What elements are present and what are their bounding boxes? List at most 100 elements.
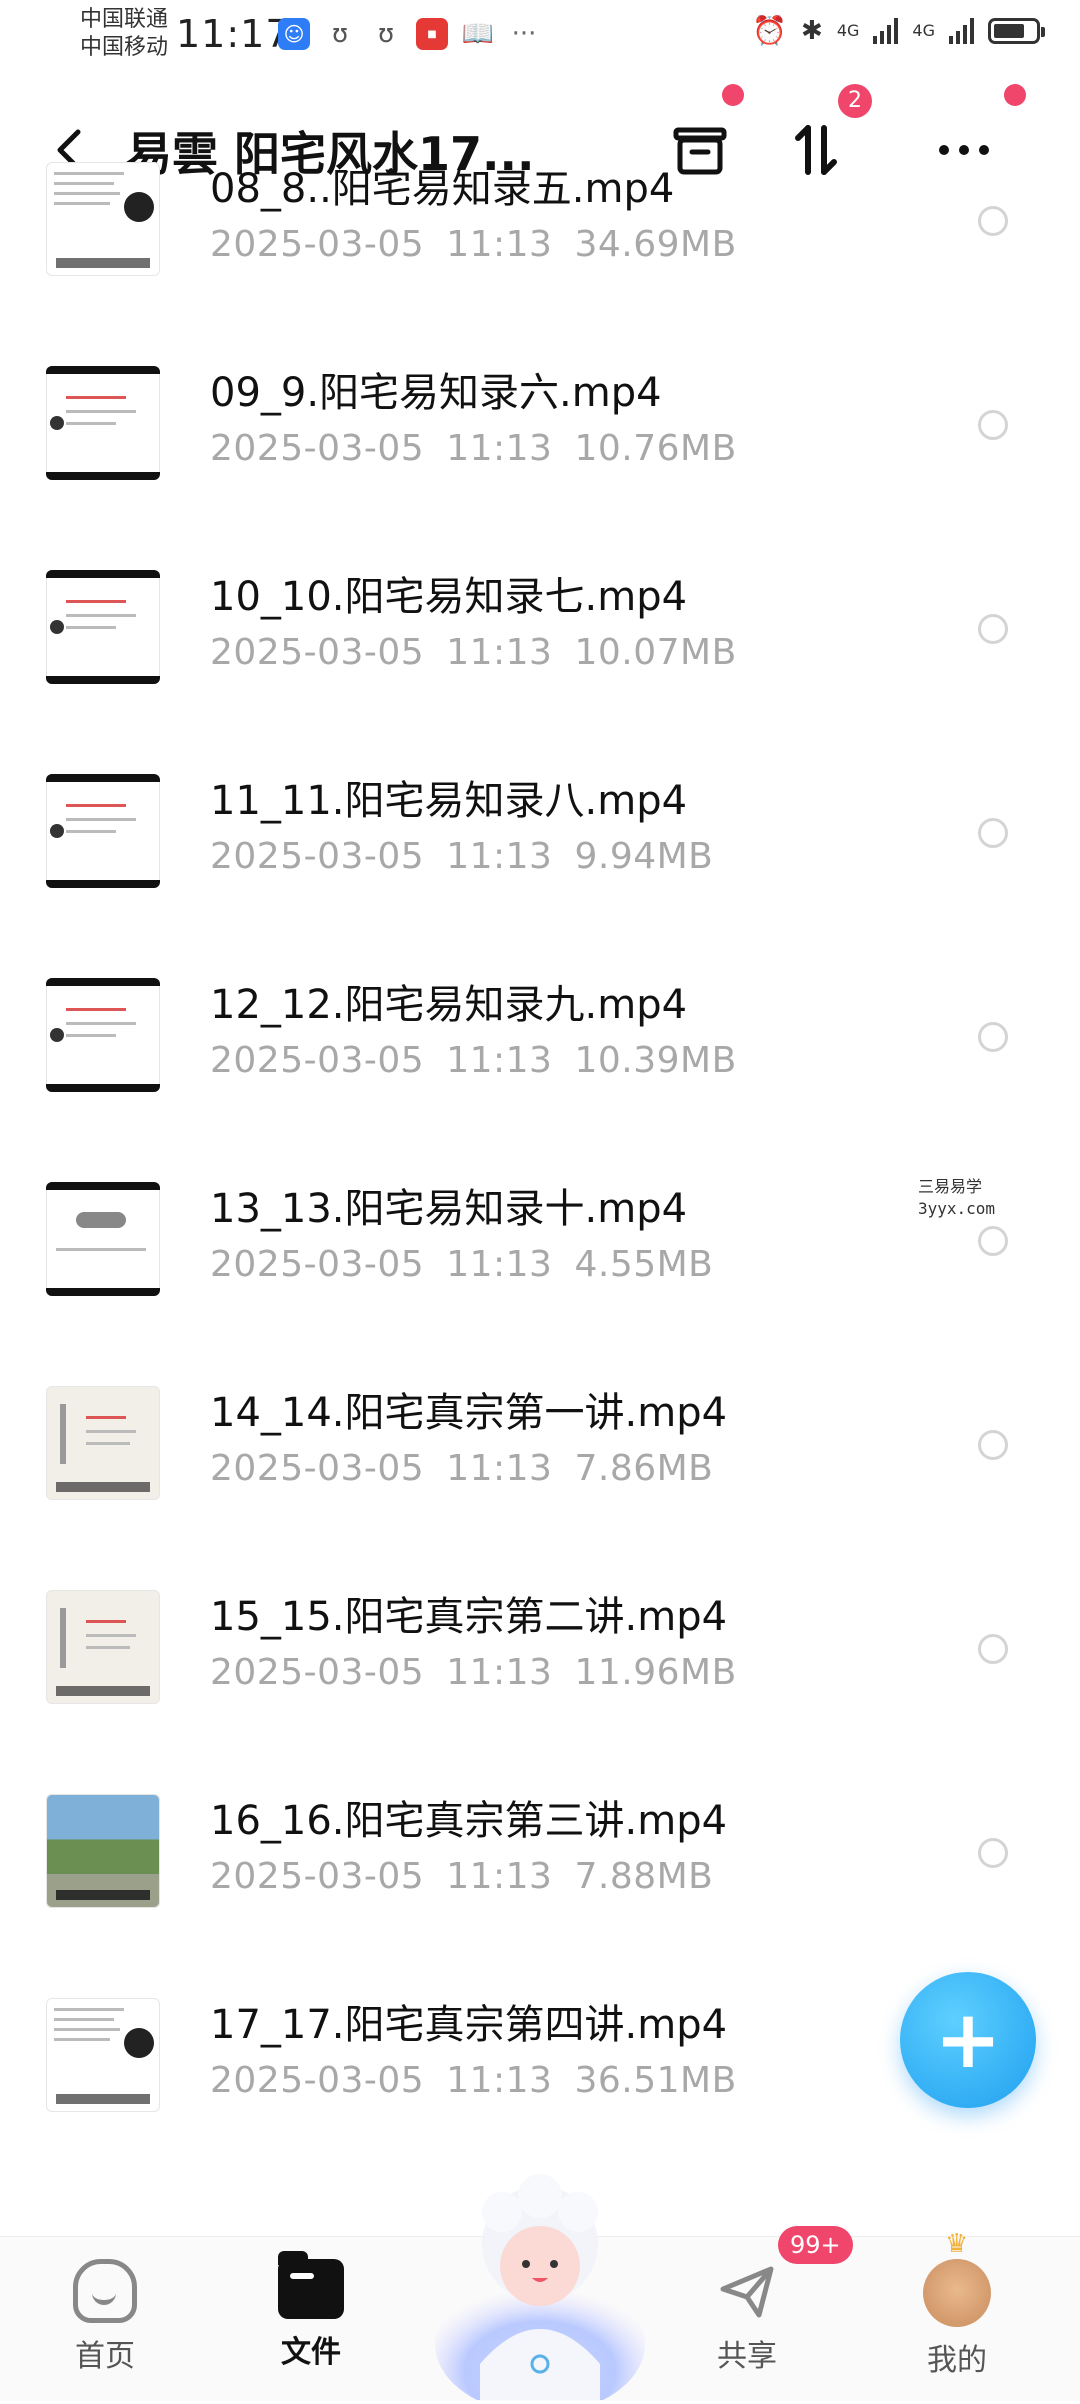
select-checkbox[interactable] (978, 818, 1008, 848)
file-size: 11.96MB (574, 1652, 737, 1693)
mascot-icon (435, 2174, 645, 2404)
file-date: 2025-03-05 (210, 428, 425, 469)
video-thumbnail (46, 1182, 160, 1296)
select-checkbox[interactable] (978, 1430, 1008, 1460)
file-meta: 2025-03-05 11:13 36.51MB (210, 2060, 759, 2101)
file-date: 2025-03-05 (210, 836, 425, 877)
nav-files[interactable]: 文件 (236, 2251, 386, 2371)
file-time: 11:13 (446, 1040, 553, 1081)
file-time: 11:13 (446, 1856, 553, 1897)
app-notification-icon: ʊ (377, 19, 395, 49)
video-thumbnail (46, 1590, 160, 1704)
file-row[interactable]: 08_8..阳宅易知录五.mp4 2025-03-05 11:13 34.69MB (0, 150, 1080, 354)
signal-icon (873, 17, 899, 44)
file-meta: 2025-03-05 11:13 10.76MB (210, 428, 759, 469)
video-thumbnail (46, 1998, 160, 2112)
file-time: 11:13 (446, 1652, 553, 1693)
status-time: 11:17 (176, 12, 291, 56)
file-meta: 2025-03-05 11:13 7.88MB (210, 1856, 735, 1897)
file-size: 10.07MB (574, 632, 737, 673)
file-date: 2025-03-05 (210, 1856, 425, 1897)
file-row[interactable]: 16_16.阳宅真宗第三讲.mp4 2025-03-05 11:13 7.88MB (0, 1782, 1080, 1986)
plus-icon: + (934, 1993, 1002, 2086)
watermark-line-1: 三易易学 (918, 1177, 983, 1196)
file-size: 10.39MB (574, 1040, 737, 1081)
carrier-1: 中国联通 (80, 7, 169, 32)
status-indicators: ⏰ ✱ 4G 4G (752, 14, 1045, 47)
send-icon (715, 2259, 779, 2323)
watermark-line-2: 3yyx.com (918, 1199, 996, 1218)
file-name: 11_11.阳宅易知录八.mp4 (210, 778, 688, 824)
file-time: 11:13 (446, 836, 553, 877)
status-bar: 中国联通 中国移动 11:17 ☺ ʊ ʊ ■ 📖 ··· ⏰ ✱ 4G 4G (0, 0, 1080, 72)
bluetooth-icon: ✱ (801, 15, 823, 46)
avatar (923, 2229, 991, 2327)
video-thumbnail (46, 366, 160, 480)
nav-share-label: 共享 (717, 2339, 777, 2374)
file-date: 2025-03-05 (210, 224, 425, 265)
file-date: 2025-03-05 (210, 1652, 425, 1693)
share-count-badge: 99+ (778, 2226, 853, 2264)
signal-icon (949, 17, 974, 44)
nav-share[interactable]: 共享 (672, 2259, 822, 2375)
nav-home[interactable]: 首页 (30, 2259, 180, 2375)
file-size: 7.86MB (574, 1448, 714, 1489)
select-checkbox[interactable] (978, 1634, 1008, 1664)
book-icon: 📖 (461, 19, 495, 49)
file-name: 16_16.阳宅真宗第三讲.mp4 (210, 1798, 728, 1844)
file-date: 2025-03-05 (210, 1244, 425, 1285)
file-name: 13_13.阳宅易知录十.mp4 (210, 1186, 688, 1232)
file-name: 10_10.阳宅易知录七.mp4 (210, 574, 688, 620)
file-row[interactable]: 11_11.阳宅易知录八.mp4 2025-03-05 11:13 9.94MB (0, 762, 1080, 966)
more-notification-dot (1004, 84, 1026, 106)
video-thumbnail (46, 570, 160, 684)
file-row[interactable]: 14_14.阳宅真宗第一讲.mp4 2025-03-05 11:13 7.86MB (0, 1374, 1080, 1578)
nav-mine[interactable]: 我的 (882, 2229, 1032, 2379)
file-date: 2025-03-05 (210, 632, 425, 673)
archive-notification-dot (722, 84, 744, 106)
file-date: 2025-03-05 (210, 1448, 425, 1489)
file-size: 10.76MB (574, 428, 737, 469)
alarm-icon: ⏰ (752, 14, 788, 47)
video-thumbnail (46, 774, 160, 888)
assistant-mascot-button[interactable] (430, 2174, 650, 2404)
select-checkbox[interactable] (978, 1838, 1008, 1868)
file-meta: 2025-03-05 11:13 9.94MB (210, 836, 735, 877)
file-meta: 2025-03-05 11:13 7.86MB (210, 1448, 735, 1489)
select-checkbox[interactable] (978, 1226, 1008, 1256)
app-notification-icon: ʊ (331, 19, 349, 49)
file-row[interactable]: 15_15.阳宅真宗第二讲.mp4 2025-03-05 11:13 11.96MB (0, 1578, 1080, 1782)
select-checkbox[interactable] (978, 410, 1008, 440)
carrier-2: 中国移动 (80, 35, 169, 60)
file-size: 36.51MB (574, 2060, 737, 2101)
battery-icon (988, 17, 1045, 44)
file-date: 2025-03-05 (210, 2060, 425, 2101)
nav-home-label: 首页 (75, 2339, 135, 2374)
file-time: 11:13 (446, 428, 553, 469)
file-size: 9.94MB (574, 836, 714, 877)
file-time: 11:13 (446, 2060, 553, 2101)
file-name: 12_12.阳宅易知录九.mp4 (210, 982, 688, 1028)
transfer-count-badge: 2 (838, 84, 872, 118)
file-meta: 2025-03-05 11:13 11.96MB (210, 1652, 759, 1693)
folder-icon (278, 2251, 344, 2319)
video-thumbnail (46, 1794, 160, 1908)
carrier-info: 中国联通 中国移动 (80, 6, 168, 62)
home-icon (73, 2259, 137, 2323)
file-time: 11:13 (446, 1448, 553, 1489)
select-checkbox[interactable] (978, 206, 1008, 236)
notification-icons: ☺ ʊ ʊ ■ 📖 ··· (278, 18, 540, 50)
file-row[interactable]: 09_9.阳宅易知录六.mp4 2025-03-05 11:13 10.76MB (0, 354, 1080, 558)
select-checkbox[interactable] (978, 1022, 1008, 1052)
nav-files-label: 文件 (281, 2335, 341, 2370)
network-label-1: 4G (836, 21, 860, 40)
file-row[interactable]: 12_12.阳宅易知录九.mp4 2025-03-05 11:13 10.39MB (0, 966, 1080, 1170)
select-checkbox[interactable] (978, 614, 1008, 644)
file-meta: 2025-03-05 11:13 10.39MB (210, 1040, 759, 1081)
video-thumbnail (46, 1386, 160, 1500)
file-time: 11:13 (446, 1244, 553, 1285)
file-meta: 2025-03-05 11:13 4.55MB (210, 1244, 735, 1285)
file-size: 4.55MB (574, 1244, 714, 1285)
add-button[interactable]: + (900, 1972, 1036, 2108)
file-row[interactable]: 10_10.阳宅易知录七.mp4 2025-03-05 11:13 10.07MB (0, 558, 1080, 762)
